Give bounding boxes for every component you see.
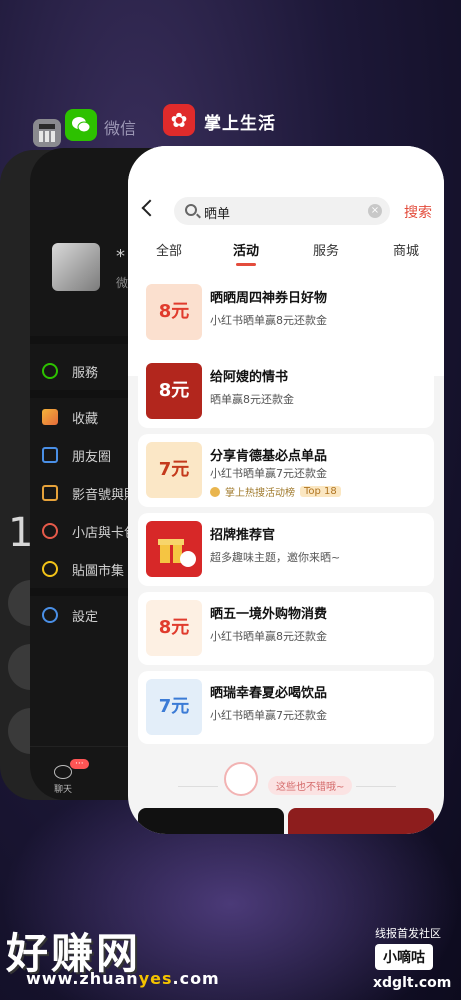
gear-icon (42, 607, 58, 623)
divider-line (178, 786, 218, 787)
thumb-text: 8元 (158, 617, 190, 638)
search-input[interactable]: 晒单 × (174, 197, 390, 225)
profile-name: * (116, 246, 125, 267)
item-title: 晒晒周四神券日好物 (210, 291, 328, 306)
recommend-card[interactable] (138, 808, 284, 834)
rank-badge: Top 18 (300, 486, 341, 497)
sticker-icon (42, 561, 58, 577)
item-subtitle: 超多趣味主题，邀你来晒~ (210, 551, 341, 564)
menu-label: 貼圖市集 (72, 563, 125, 579)
rank-text: 掌上热搜活动榜 (225, 488, 295, 499)
menu-label: 朋友圈 (72, 449, 112, 465)
item-subtitle: 小红书晒单赢7元还款金 (210, 709, 327, 722)
tab-service[interactable]: 服务 (313, 240, 339, 259)
clear-icon[interactable]: × (368, 204, 382, 218)
search-icon (185, 204, 197, 216)
list-item[interactable]: 7元 晒瑞幸春夏必喝饮品 小红书晒单赢7元还款金 (138, 671, 434, 744)
url-part: www.zhuan (26, 969, 139, 988)
list-item[interactable]: 7元 分享肯德基必点单品 小红书晒单赢7元还款金 掌上热搜活动榜 Top 18 (138, 434, 434, 507)
thumb-text: 8元 (158, 380, 190, 401)
tab-activity[interactable]: 活动 (233, 240, 259, 259)
cat-mascot-icon (224, 762, 258, 796)
watermark-url: www.zhuanyes.com (26, 969, 220, 988)
wechat-app-label: 微信 (104, 119, 137, 138)
profile-sub: 微 (116, 276, 129, 290)
search-value: 晒单 (204, 207, 231, 222)
tab-chats[interactable]: 聊天 (54, 765, 72, 795)
watermark-tagline: 线报首发社区 (375, 927, 441, 940)
cards-icon (42, 523, 58, 539)
watermark-brand: 小嘀咕 (375, 944, 433, 970)
list-item[interactable]: 8元 晒五一境外购物消费 小红书晒单赢8元还款金 (138, 592, 434, 665)
recommend-card[interactable] (288, 808, 434, 834)
wechat-icon[interactable] (65, 109, 97, 141)
flower-logo-icon[interactable]: ✿ (163, 104, 195, 136)
channels-icon (42, 485, 58, 501)
item-title: 给阿嫂的情书 (210, 370, 289, 385)
favorites-icon (42, 409, 58, 425)
activity-list: 8元 晒晒周四神券日好物 小红书晒单赢8元还款金 8元 给阿嫂的情书 晒单赢8元… (138, 276, 434, 750)
moments-icon (42, 447, 58, 463)
divider-line (356, 786, 396, 787)
item-title: 晒五一境外购物消费 (210, 607, 328, 622)
list-item[interactable]: 8元 给阿嫂的情书 晒单赢8元还款金 (138, 355, 434, 428)
menu-label: 收藏 (72, 411, 99, 427)
thumb-text: 7元 (158, 459, 190, 480)
avatar (52, 243, 100, 291)
unread-badge: ··· (70, 759, 89, 769)
service-icon (42, 363, 58, 379)
tab-mall[interactable]: 商城 (393, 240, 419, 259)
item-thumbnail: 8元 (146, 284, 202, 340)
calculator-icon[interactable] (33, 119, 61, 147)
item-subtitle: 小红书晒单赢8元还款金 (210, 314, 327, 327)
search-button[interactable]: 搜索 (404, 202, 432, 222)
item-title: 招牌推荐官 (210, 528, 276, 543)
item-thumbnail: 7元 (146, 679, 202, 735)
thumb-text: 7元 (158, 696, 190, 717)
list-item[interactable]: 招牌推荐官 超多趣味主题，邀你来晒~ (138, 513, 434, 586)
more-divider: 这些也不错哦~ (128, 762, 444, 800)
url-part: yes (138, 969, 173, 988)
more-divider-text: 这些也不错哦~ (268, 776, 353, 795)
item-subtitle: 小红书晒单赢7元还款金 (210, 467, 327, 480)
thumb-text: 8元 (158, 301, 190, 322)
main-app-label: 掌上生活 (204, 114, 276, 134)
item-subtitle: 晒单赢8元还款金 (210, 393, 294, 406)
item-subtitle: 小红书晒单赢8元还款金 (210, 630, 327, 643)
tab-bar: 全部 活动 服务 商城 (128, 240, 444, 270)
chat-bubble-icon (54, 765, 72, 779)
active-tab-indicator (236, 263, 256, 266)
trophy-icon (210, 486, 220, 497)
main-app-card[interactable]: 晒单 × 搜索 全部 活动 服务 商城 8元 晒晒周四神券日好物 小红书晒单赢8… (128, 146, 444, 834)
item-title: 晒瑞幸春夏必喝饮品 (210, 686, 328, 701)
gift-icon (158, 539, 196, 567)
url-part: .com (172, 969, 220, 988)
menu-label: 服務 (72, 365, 99, 381)
item-thumbnail: 8元 (146, 363, 202, 419)
item-thumbnail (146, 521, 202, 577)
list-item[interactable]: 8元 晒晒周四神券日好物 小红书晒单赢8元还款金 (138, 276, 434, 349)
rank-row: 掌上热搜活动榜 Top 18 (210, 484, 341, 499)
item-thumbnail: 7元 (146, 442, 202, 498)
item-title: 分享肯德基必点单品 (210, 449, 328, 464)
item-thumbnail: 8元 (146, 600, 202, 656)
menu-label: 設定 (72, 609, 99, 625)
tab-all[interactable]: 全部 (156, 240, 182, 259)
watermark-domain: xdglt.com (373, 975, 452, 991)
tab-label: 聊天 (54, 785, 73, 795)
